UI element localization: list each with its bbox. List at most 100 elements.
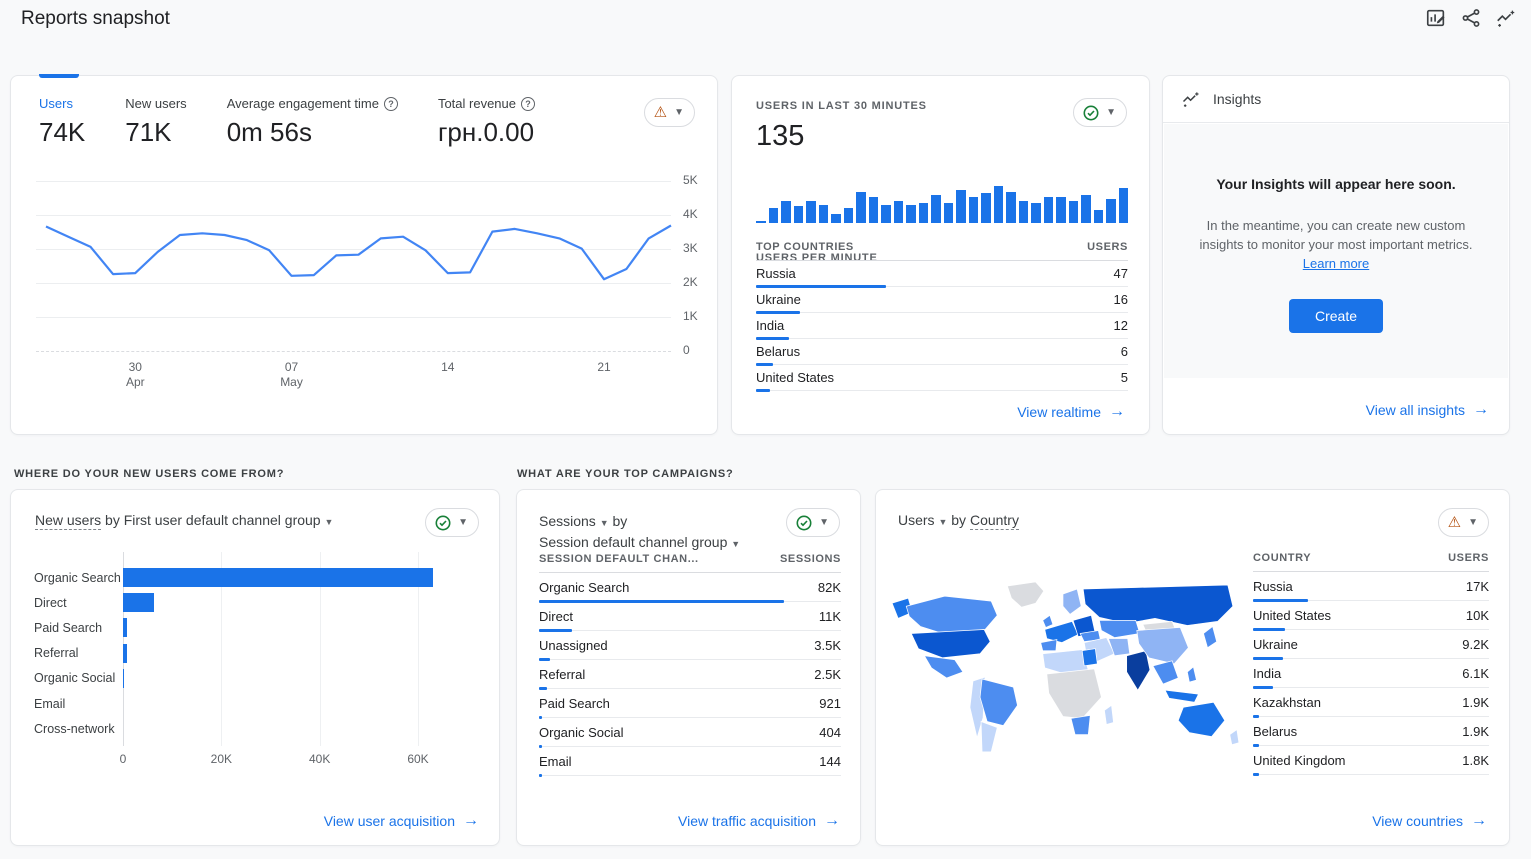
bar[interactable] (123, 644, 127, 663)
x-axis-tick: 07May (272, 360, 312, 390)
table-row: Belarus1.9K (1253, 717, 1489, 746)
row-value: 47 (1114, 266, 1128, 281)
bar[interactable] (123, 618, 127, 637)
metric-selector[interactable]: New users (35, 512, 101, 530)
users-line-chart[interactable] (41, 176, 676, 361)
row-label: United States (756, 370, 834, 385)
bar[interactable] (123, 593, 154, 612)
region-usa (911, 629, 990, 657)
region-south-africa (1071, 715, 1090, 734)
view-user-acquisition-link[interactable]: View user acquisition→ (324, 812, 479, 830)
column-header: TOP COUNTRIES (756, 241, 854, 253)
bar-row-referral: Referral (34, 641, 474, 666)
y-axis-tick: 1K (683, 309, 698, 323)
customize-report-icon[interactable] (1425, 7, 1447, 29)
region-mexico (924, 656, 962, 678)
category-label: Cross-network (34, 722, 123, 736)
users-line (46, 226, 671, 280)
category-label: Paid Search (34, 621, 123, 635)
help-icon[interactable]: ? (521, 97, 535, 111)
row-label: Unassigned (539, 638, 608, 653)
row-label: United States (1253, 608, 1331, 623)
y-axis-tick: 3K (683, 241, 698, 255)
arrow-right-icon: → (1109, 403, 1125, 421)
metric-selector[interactable]: Sessions ▼ (539, 513, 609, 529)
table-row: Russia17K (1253, 572, 1489, 601)
region-australia (1178, 702, 1225, 736)
row-value: 5 (1121, 370, 1128, 385)
region-sub-sahara (1047, 669, 1102, 719)
check-circle-icon (796, 515, 812, 531)
warning-triangle-icon: ⚠ (654, 105, 667, 120)
sessions-status-dropdown[interactable]: ▼ (786, 508, 840, 537)
view-all-insights-link[interactable]: View all insights→ (1366, 401, 1489, 419)
region-madagascar (1104, 705, 1113, 724)
view-realtime-link[interactable]: View realtime→ (1017, 403, 1125, 421)
geo-card-title: Users ▼ by Country (898, 512, 1019, 528)
insights-title: Insights (1213, 91, 1261, 107)
check-circle-icon (1083, 105, 1099, 121)
table-row: Unassigned3.5K (539, 631, 841, 660)
row-label: Russia (1253, 579, 1293, 594)
metric-users[interactable]: Users74K (39, 96, 85, 148)
overview-card: Users74K New users71K Average engagement t… (10, 75, 718, 435)
view-traffic-acquisition-link[interactable]: View traffic acquisition→ (678, 812, 840, 830)
share-icon[interactable] (1460, 7, 1482, 29)
metric-summary: Users74K New users71K Average engagement t… (39, 96, 535, 148)
table-row: India6.1K (1253, 659, 1489, 688)
arrow-right-icon: → (824, 812, 840, 830)
realtime-status-dropdown[interactable]: ▼ (1073, 98, 1127, 127)
row-value: 11K (819, 609, 841, 624)
category-label: Organic Search (34, 571, 123, 585)
metric-total-revenue[interactable]: Total revenue?грн.0.00 (438, 96, 535, 148)
table-row: India 12 (756, 313, 1128, 339)
column-header: COUNTRY (1253, 552, 1311, 564)
dimension-selector[interactable]: Session default channel group ▼ (539, 534, 740, 550)
region-iberia (1041, 640, 1057, 651)
overview-status-dropdown[interactable]: ⚠ ▼ (644, 98, 695, 127)
insights-header: Insights (1163, 76, 1509, 123)
bar[interactable] (123, 568, 433, 587)
learn-more-link[interactable]: Learn more (1303, 256, 1369, 271)
geo-status-dropdown[interactable]: ⚠ ▼ (1438, 508, 1489, 537)
row-label: Referral (539, 667, 585, 682)
table-row: Russia47 (756, 261, 1128, 287)
map-regions (892, 582, 1239, 752)
channels-status-dropdown[interactable]: ▼ (425, 508, 479, 537)
metric-selector[interactable]: Users ▼ (898, 512, 947, 528)
bar-row-organic-search: Organic Search (34, 565, 474, 590)
bar[interactable] (123, 669, 124, 688)
row-value: 921 (819, 696, 841, 711)
dimension-selector[interactable]: Country (970, 512, 1019, 530)
row-value: 6.1K (1462, 666, 1489, 681)
table-row: Organic Social404 (539, 718, 841, 747)
row-value: 82K (818, 580, 841, 595)
help-icon[interactable]: ? (384, 97, 398, 111)
realtime-card: USERS IN LAST 30 MINUTES 135 ▼ USERS PER… (731, 75, 1150, 435)
category-label: Email (34, 697, 123, 711)
view-countries-link[interactable]: View countries→ (1372, 812, 1487, 830)
x-axis-tick: 0 (103, 752, 143, 766)
users-per-minute-chart[interactable] (756, 183, 1128, 223)
row-label: Ukraine (756, 292, 801, 307)
table-row: United Kingdom1.8K (1253, 746, 1489, 775)
category-label: Organic Social (34, 671, 123, 685)
column-header: USERS (1448, 552, 1489, 564)
realtime-kicker: USERS IN LAST 30 MINUTES (756, 100, 927, 112)
warning-triangle-icon: ⚠ (1448, 515, 1461, 530)
table-row: Belarus6 (756, 339, 1128, 365)
row-value: 1.9K (1462, 724, 1489, 739)
region-india (1127, 651, 1150, 690)
row-value: 12 (1114, 318, 1128, 333)
create-insight-button[interactable]: Create (1289, 299, 1383, 333)
insights-hub-icon[interactable] (1495, 7, 1517, 29)
category-label: Referral (34, 646, 123, 660)
world-choropleth-map[interactable] (884, 568, 1248, 786)
row-value: 6 (1121, 344, 1128, 359)
row-label: India (756, 318, 784, 333)
x-axis-tick: 60K (398, 752, 438, 766)
metric-new-users[interactable]: New users71K (125, 96, 186, 148)
metric-average-engagement-time[interactable]: Average engagement time?0m 56s (227, 96, 398, 148)
chevron-down-icon[interactable]: ▼ (325, 517, 334, 527)
row-value: 1.8K (1462, 753, 1489, 768)
